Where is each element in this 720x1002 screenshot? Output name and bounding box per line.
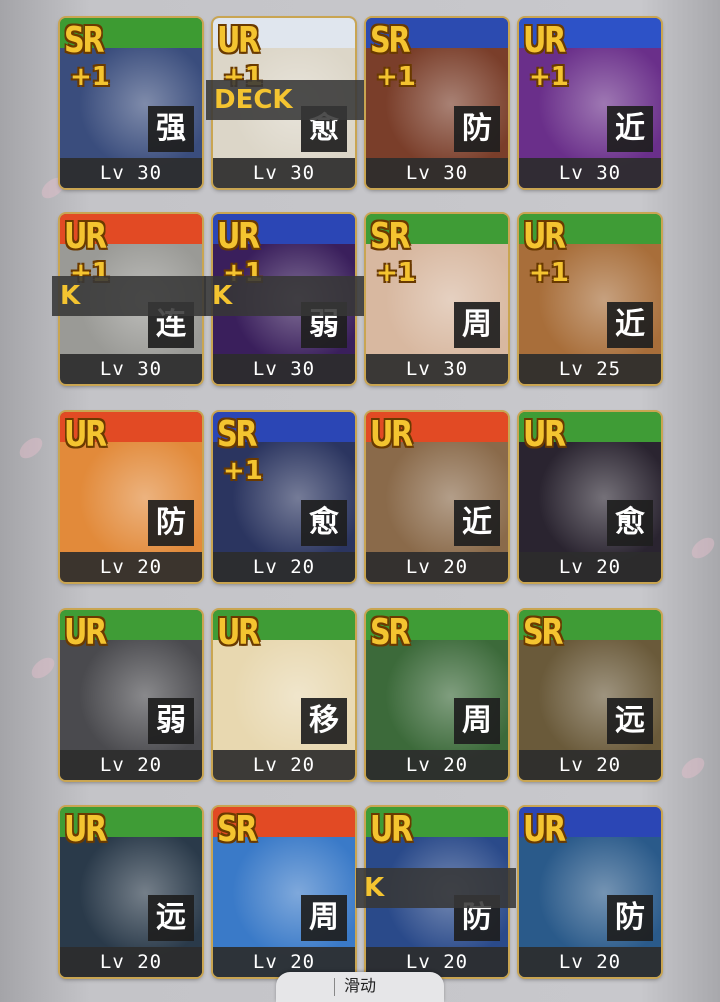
upgrade-badge: +1: [376, 258, 416, 288]
deck-label-cut: K: [52, 276, 206, 316]
role-tag: 防: [148, 500, 194, 546]
role-tag: 远: [148, 895, 194, 941]
character-card[interactable]: SR 远 Lv 20: [519, 610, 661, 780]
role-tag: 周: [454, 698, 500, 744]
rarity-badge: UR: [370, 414, 413, 455]
upgrade-badge: +1: [223, 456, 263, 486]
role-tag: 远: [607, 698, 653, 744]
rarity-badge: UR: [64, 216, 107, 257]
rarity-badge: UR: [64, 809, 107, 850]
character-card[interactable]: SR 周 Lv 20: [366, 610, 508, 780]
role-tag: 防: [454, 106, 500, 152]
level-label: Lv 20: [213, 552, 355, 582]
level-label: Lv 20: [60, 552, 202, 582]
level-label: Lv 30: [60, 158, 202, 188]
role-tag: 强: [148, 106, 194, 152]
rarity-badge: UR: [523, 20, 566, 61]
level-label: Lv 30: [366, 354, 508, 384]
level-label: Lv 30: [366, 158, 508, 188]
rarity-badge: SR: [370, 20, 411, 61]
level-label: Lv 20: [366, 552, 508, 582]
deck-label-cut: K: [204, 276, 364, 316]
character-card[interactable]: SR +1 防 Lv 30: [366, 18, 508, 188]
rarity-badge: SR: [64, 20, 105, 61]
rarity-badge: SR: [370, 612, 411, 653]
rarity-badge: SR: [523, 612, 564, 653]
rarity-badge: UR: [217, 612, 260, 653]
role-tag: 周: [454, 302, 500, 348]
rarity-badge: UR: [523, 414, 566, 455]
role-tag: 近: [607, 302, 653, 348]
upgrade-badge: +1: [376, 62, 416, 92]
level-label: Lv 20: [519, 947, 661, 977]
scroll-label: 滑动: [344, 976, 377, 995]
character-card[interactable]: UR 近 Lv 20: [366, 412, 508, 582]
character-card[interactable]: UR +1 近 Lv 25: [519, 214, 661, 384]
level-label: Lv 30: [519, 158, 661, 188]
character-card[interactable]: UR 防 Lv 20: [519, 807, 661, 977]
upgrade-badge: +1: [70, 62, 110, 92]
level-label: Lv 25: [519, 354, 661, 384]
role-tag: 愈: [607, 500, 653, 546]
character-card[interactable]: SR +1 强 Lv 30: [60, 18, 202, 188]
deck-label: DECK: [206, 80, 364, 120]
upgrade-badge: +1: [529, 258, 569, 288]
character-card[interactable]: UR 移 Lv 20: [213, 610, 355, 780]
scroll-handle[interactable]: 滑动: [276, 972, 444, 1002]
rarity-badge: UR: [64, 414, 107, 455]
character-card[interactable]: UR 愈 Lv 20: [519, 412, 661, 582]
scroll-divider: [334, 978, 335, 996]
deck-label-cut: K: [356, 868, 516, 908]
rarity-badge: SR: [217, 414, 258, 455]
role-tag: 近: [607, 106, 653, 152]
role-tag: 移: [301, 698, 347, 744]
character-card[interactable]: SR +1 周 Lv 30: [366, 214, 508, 384]
level-label: Lv 20: [519, 552, 661, 582]
rarity-badge: UR: [217, 216, 260, 257]
role-tag: 防: [607, 895, 653, 941]
character-card[interactable]: UR +1 近 Lv 30: [519, 18, 661, 188]
level-label: Lv 30: [60, 354, 202, 384]
role-tag: 近: [454, 500, 500, 546]
role-tag: 愈: [301, 500, 347, 546]
level-label: Lv 30: [213, 158, 355, 188]
character-card[interactable]: SR 周 Lv 20: [213, 807, 355, 977]
rarity-badge: UR: [523, 216, 566, 257]
level-label: Lv 20: [213, 750, 355, 780]
level-label: Lv 20: [519, 750, 661, 780]
rarity-badge: UR: [64, 612, 107, 653]
level-label: Lv 30: [213, 354, 355, 384]
role-tag: 周: [301, 895, 347, 941]
rarity-badge: UR: [370, 809, 413, 850]
level-label: Lv 20: [366, 750, 508, 780]
rarity-badge: UR: [523, 809, 566, 850]
rarity-badge: UR: [217, 20, 260, 61]
level-label: Lv 20: [60, 750, 202, 780]
card-grid: SR +1 强 Lv 30 UR +1 愈 Lv 30 SR +1 防 Lv 30 UR +1 近 Lv 30…: [0, 0, 720, 993]
character-card[interactable]: UR 弱 Lv 20: [60, 610, 202, 780]
rarity-badge: SR: [370, 216, 411, 257]
character-card[interactable]: SR +1 愈 Lv 20: [213, 412, 355, 582]
role-tag: 弱: [148, 698, 194, 744]
level-label: Lv 20: [60, 947, 202, 977]
upgrade-badge: +1: [529, 62, 569, 92]
rarity-badge: SR: [217, 809, 258, 850]
character-card[interactable]: UR 远 Lv 20: [60, 807, 202, 977]
character-card[interactable]: UR 防 Lv 20: [60, 412, 202, 582]
